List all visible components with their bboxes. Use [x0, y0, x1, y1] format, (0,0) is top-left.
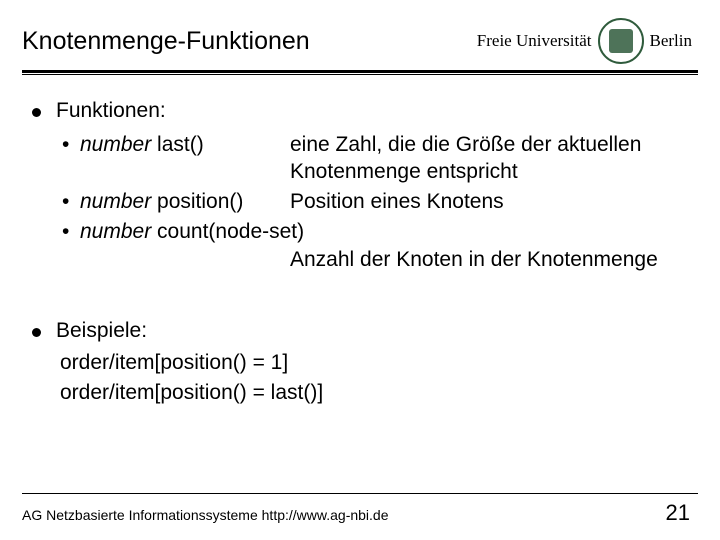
logo-city: Berlin — [650, 31, 693, 51]
page-number: 21 — [666, 500, 690, 526]
logo-text: Freie Universität — [477, 31, 592, 51]
function-signature: number count(node-set) — [80, 218, 698, 246]
bullet-icon: • — [62, 134, 80, 155]
function-signature: number last() — [80, 131, 290, 159]
list-item: • number last() eine Zahl, die die Größe… — [62, 131, 698, 186]
section-heading-beispiele: Beispiele: — [56, 317, 147, 345]
slide-header: Knotenmenge-Funktionen Freie Universität… — [0, 0, 720, 70]
bullet-icon — [32, 104, 56, 117]
seal-icon — [598, 18, 644, 64]
section-heading-funktionen: Funktionen: — [56, 97, 166, 125]
university-logo: Freie Universität Berlin — [477, 18, 692, 64]
example-line: order/item[position() = 1] — [60, 349, 698, 377]
slide: Knotenmenge-Funktionen Freie Universität… — [0, 0, 720, 540]
function-description: Anzahl der Knoten in der Knotenmenge — [62, 246, 698, 274]
slide-title: Knotenmenge-Funktionen — [22, 27, 310, 56]
footer-rule — [22, 493, 698, 495]
footer-text: AG Netzbasierte Informationssysteme http… — [22, 507, 389, 523]
slide-footer: AG Netzbasierte Informationssysteme http… — [0, 493, 720, 527]
slide-body: Funktionen: • number last() eine Zahl, d… — [0, 75, 720, 406]
list-item: • number count(node-set) Anzahl der Knot… — [62, 218, 698, 273]
example-line: order/item[position() = last()] — [60, 379, 698, 407]
bullet-icon — [32, 324, 56, 337]
bullet-icon: • — [62, 221, 80, 242]
function-description: eine Zahl, die die Größe der aktuellen K… — [290, 131, 698, 186]
function-signature: number position() — [80, 188, 290, 216]
function-description: Position eines Knotens — [290, 188, 698, 216]
bullet-icon: • — [62, 191, 80, 212]
examples-block: order/item[position() = 1] order/item[po… — [32, 349, 698, 406]
functions-list: • number last() eine Zahl, die die Größe… — [32, 131, 698, 274]
list-item: • number position() Position eines Knote… — [62, 188, 698, 216]
